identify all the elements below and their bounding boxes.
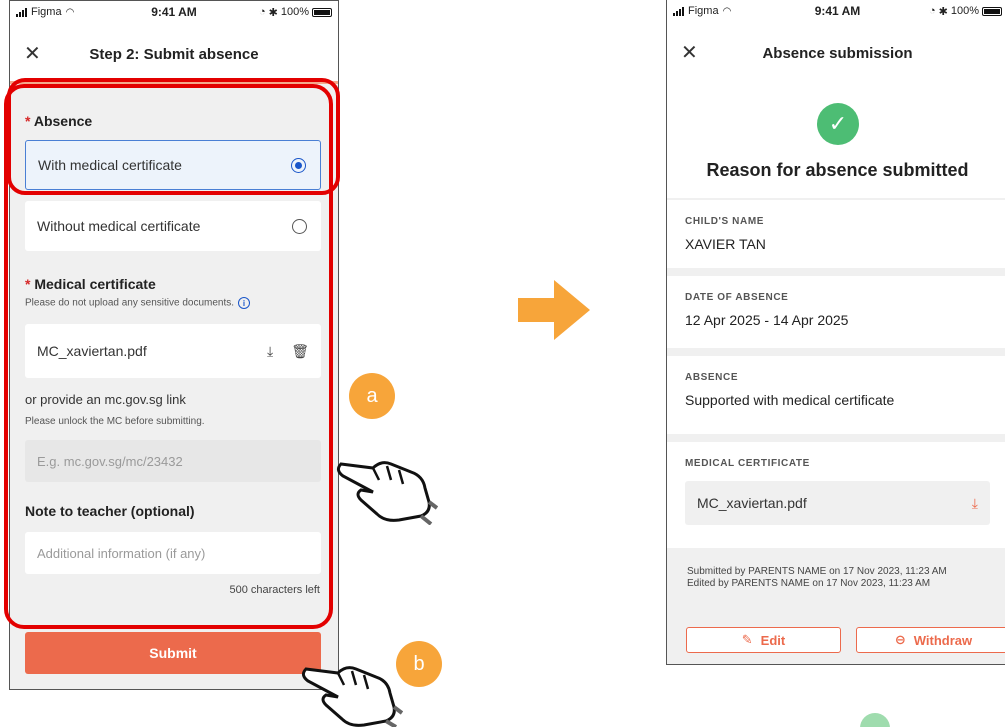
decorative-circle <box>860 713 890 727</box>
child-name-section: CHILD'S NAME XAVIER TAN <box>667 200 1005 268</box>
child-name-value: XAVIER TAN <box>685 236 766 252</box>
withdraw-button[interactable]: ⊖ Withdraw <box>856 627 1005 653</box>
option-with-mc[interactable]: With medical certificate <box>25 140 321 190</box>
submit-button[interactable]: Submit <box>25 632 321 674</box>
page-title: Step 2: Submit absence <box>89 45 259 63</box>
battery-icon <box>982 6 1002 16</box>
alarm-icon: ◔ <box>258 6 266 18</box>
status-time: 9:41 AM <box>814 4 861 18</box>
uploaded-file: MC_xaviertan.pdf ⤓ 🗑 <box>25 324 321 378</box>
submit-form: * Absence With medical certificate Witho… <box>10 81 338 689</box>
edited-by: Edited by PARENTS NAME on 17 Nov 2023, 1… <box>687 578 931 589</box>
download-icon[interactable]: ⤓ <box>972 495 978 512</box>
radio-selected-icon[interactable] <box>291 157 306 173</box>
option-without-mc[interactable]: Without medical certificate <box>25 201 321 251</box>
status-bar: Figma ◠ 9:41 AM ◔ ✱ 100% <box>10 1 338 23</box>
download-icon[interactable]: ⤓ <box>267 343 273 360</box>
option-label: Without medical certificate <box>37 218 201 234</box>
absence-type-label: ABSENCE <box>685 372 739 383</box>
option-label: With medical certificate <box>38 157 182 173</box>
confirmation-body: ✓ Reason for absence submitted CHILD'S N… <box>667 80 1005 664</box>
nav-bar: ✕ Absence submission <box>667 30 1005 76</box>
nav-bar: ✕ Step 2: Submit absence <box>10 31 338 77</box>
bluetooth-icon: ✱ <box>938 5 948 18</box>
mc-file-name: MC_xaviertan.pdf <box>697 495 807 511</box>
audit-info: Submitted by PARENTS NAME on 17 Nov 2023… <box>687 566 947 590</box>
link-label: or provide an mc.gov.sg link <box>25 392 186 407</box>
success-message: Reason for absence submitted <box>706 160 969 180</box>
signal-icon <box>673 6 684 16</box>
absence-heading: * Absence <box>25 113 93 129</box>
carrier-label: Figma <box>31 6 62 18</box>
mc-file-card[interactable]: MC_xaviertan.pdf ⤓ <box>685 481 990 525</box>
mc-hint: Please do not upload any sensitive docum… <box>25 297 251 309</box>
bluetooth-icon: ✱ <box>268 6 278 19</box>
phone-screen-confirmation: Figma ◠ 9:41 AM ◔ ✱ 100% ✕ Absence submi… <box>666 0 1005 665</box>
close-icon[interactable]: ✕ <box>681 43 698 63</box>
child-name-label: CHILD'S NAME <box>685 216 765 227</box>
close-icon[interactable]: ✕ <box>24 44 41 64</box>
phone-screen-submit: Figma ◠ 9:41 AM ◔ ✱ 100% ✕ Step 2: Submi… <box>9 0 339 690</box>
battery-percent: 100% <box>950 5 979 17</box>
alarm-icon: ◔ <box>928 5 936 17</box>
submitted-by: Submitted by PARENTS NAME on 17 Nov 2023… <box>687 566 947 577</box>
check-icon: ✓ <box>817 103 859 145</box>
date-value: 12 Apr 2025 - 14 Apr 2025 <box>685 312 849 328</box>
status-bar: Figma ◠ 9:41 AM ◔ ✱ 100% <box>667 0 1005 22</box>
action-buttons: ✎ Edit ⊖ Withdraw <box>686 627 1005 653</box>
edit-button[interactable]: ✎ Edit <box>686 627 841 653</box>
note-input[interactable]: Additional information (if any) <box>25 532 321 574</box>
hand-pointer-icon <box>336 461 438 525</box>
minus-circle-icon: ⊖ <box>894 632 906 647</box>
status-time: 9:41 AM <box>151 5 197 19</box>
pencil-icon: ✎ <box>741 632 753 647</box>
page-title: Absence submission <box>762 44 913 62</box>
trash-icon[interactable]: 🗑 <box>291 343 309 360</box>
absence-type-value: Supported with medical certificate <box>685 392 895 408</box>
date-section: DATE OF ABSENCE 12 Apr 2025 - 14 Apr 202… <box>667 276 1005 348</box>
file-name: MC_xaviertan.pdf <box>37 343 147 359</box>
signal-icon <box>16 7 27 17</box>
link-hint: Please unlock the MC before submitting. <box>25 416 205 427</box>
battery-icon <box>312 7 332 17</box>
wifi-icon: ◠ <box>65 6 75 18</box>
carrier-label: Figma <box>688 5 719 17</box>
info-icon[interactable]: i <box>238 297 251 309</box>
mc-link-input[interactable]: E.g. mc.gov.sg/mc/23432 <box>25 440 321 482</box>
radio-icon[interactable] <box>292 218 307 234</box>
arrow-right-icon <box>518 280 590 340</box>
hand-pointer-icon <box>301 666 403 727</box>
absence-section: ABSENCE Supported with medical certifica… <box>667 356 1005 434</box>
mc-heading: * Medical certificate <box>25 276 156 292</box>
char-count: 500 characters left <box>229 584 321 596</box>
wifi-icon: ◠ <box>722 5 732 17</box>
mc-section: MEDICAL CERTIFICATE MC_xaviertan.pdf ⤓ <box>667 442 1005 548</box>
battery-percent: 100% <box>280 6 309 18</box>
annotation-badge-a: a <box>349 373 395 419</box>
date-label: DATE OF ABSENCE <box>685 292 789 303</box>
success-banner: ✓ Reason for absence submitted <box>667 80 1005 198</box>
mc-label: MEDICAL CERTIFICATE <box>685 458 810 469</box>
note-heading: Note to teacher (optional) <box>25 503 195 519</box>
